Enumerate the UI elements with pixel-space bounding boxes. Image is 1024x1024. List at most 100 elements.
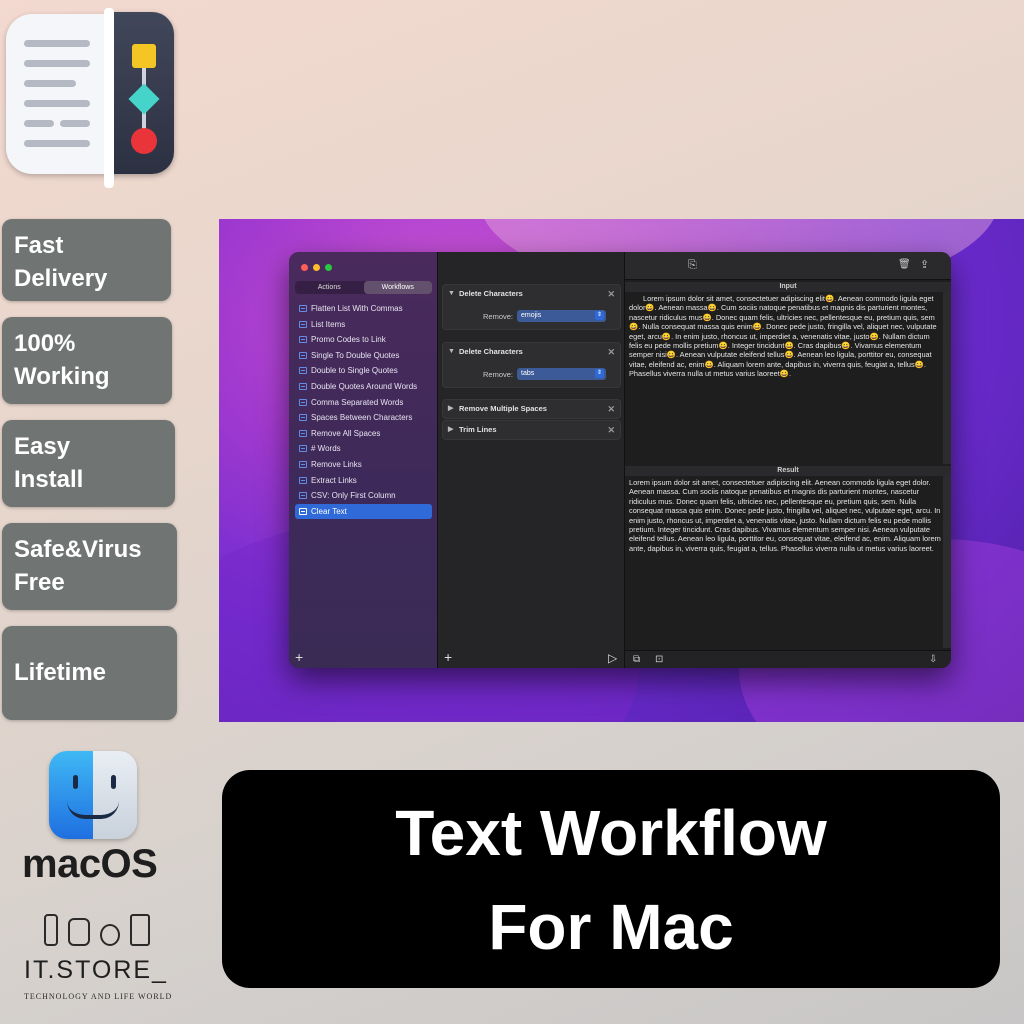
workflow-icon bbox=[299, 367, 307, 375]
remove-action-icon[interactable]: ✕ bbox=[607, 421, 615, 439]
macos-finder-logo bbox=[49, 751, 137, 839]
workflow-label: Double Quotes Around Words bbox=[311, 381, 418, 391]
powerbank-icon bbox=[130, 914, 150, 946]
remove-action-icon[interactable]: ✕ bbox=[607, 343, 615, 361]
action-header[interactable]: ▶ Trim Lines ✕ bbox=[443, 421, 620, 439]
result-bottom-bar: ⧉ ⊡ ⇩ bbox=[625, 650, 951, 668]
app-window: Actions Workflows Flatten List With Comm… bbox=[289, 252, 951, 668]
document-shape bbox=[6, 14, 114, 174]
workflow-item[interactable]: Extract Links bbox=[295, 473, 432, 489]
workflow-label: Flatten List With Commas bbox=[311, 304, 403, 313]
run-workflow-button[interactable]: ▷ bbox=[608, 651, 617, 665]
workflow-icon bbox=[299, 414, 307, 422]
disclosure-open-icon[interactable]: ▼ bbox=[448, 285, 455, 303]
phone-icon bbox=[44, 914, 58, 946]
device-icons bbox=[44, 912, 168, 946]
workflow-item[interactable]: Promo Codes to Link bbox=[295, 332, 432, 348]
zoom-window-button[interactable] bbox=[325, 264, 332, 271]
result-text-area[interactable]: Lorem ipsum dolor sit amet, consectetuer… bbox=[629, 478, 943, 646]
workflow-icon bbox=[299, 492, 307, 500]
disclosure-closed-icon[interactable]: ▶ bbox=[448, 400, 453, 418]
badge-easy-install: Easy Install bbox=[2, 420, 175, 507]
earbuds-icon bbox=[68, 918, 90, 946]
add-workflow-button[interactable]: + bbox=[295, 650, 303, 664]
workflow-label: Single To Double Quotes bbox=[311, 350, 400, 360]
text-panes: Input Lorem ipsum dolor sit amet, consec… bbox=[625, 280, 951, 668]
share-icon[interactable]: ⇪ bbox=[920, 260, 929, 271]
workflow-label: Promo Codes to Link bbox=[311, 335, 386, 345]
workflow-item[interactable]: CSV: Only First Column bbox=[295, 488, 432, 504]
sidebar-segmented-control: Actions Workflows bbox=[295, 281, 432, 294]
workflow-item[interactable]: Comma Separated Words bbox=[295, 395, 432, 411]
workflow-label: # Words bbox=[311, 444, 341, 454]
workflow-item[interactable]: Single To Double Quotes bbox=[295, 348, 432, 364]
workflow-item[interactable]: Double to Single Quotes bbox=[295, 363, 432, 379]
workflow-icon bbox=[299, 382, 307, 390]
trash-icon[interactable]: 🗑 bbox=[898, 260, 911, 270]
workflow-label: List Items bbox=[311, 319, 346, 329]
result-pane-label: Result bbox=[625, 466, 951, 476]
workflow-item[interactable]: Spaces Between Characters bbox=[295, 410, 432, 426]
workflow-item[interactable]: Remove Links bbox=[295, 457, 432, 473]
workflow-icon bbox=[299, 507, 307, 515]
input-scrollbar[interactable] bbox=[943, 292, 951, 464]
disclosure-open-icon[interactable]: ▼ bbox=[448, 343, 455, 361]
input-pane-label: Input bbox=[625, 282, 951, 292]
workflow-icon bbox=[299, 429, 307, 437]
tab-workflows[interactable]: Workflows bbox=[363, 281, 432, 294]
store-tagline: TECHNOLOGY AND LIFE WORLD bbox=[24, 992, 173, 1001]
action-card: ▼ Delete Characters ✕ Remove: tabs ⇕ bbox=[442, 342, 621, 388]
export-icon[interactable]: ⇩ bbox=[929, 655, 937, 665]
remove-select-value: emojis bbox=[521, 312, 542, 319]
action-title: Trim Lines bbox=[459, 425, 497, 434]
remove-select-value: tabs bbox=[521, 370, 535, 377]
disclosure-closed-icon[interactable]: ▶ bbox=[448, 421, 453, 439]
product-title-banner: Text Workflow For Mac bbox=[222, 770, 1000, 988]
app-screenshot: Actions Workflows Flatten List With Comm… bbox=[219, 219, 1024, 722]
remove-select[interactable]: tabs ⇕ bbox=[517, 368, 606, 380]
workflow-item[interactable]: Double Quotes Around Words bbox=[295, 379, 432, 395]
badge-working: 100% Working bbox=[2, 317, 172, 404]
workflow-icon bbox=[299, 445, 307, 453]
workflow-item[interactable]: Flatten List With Commas bbox=[295, 301, 432, 317]
copy-icon[interactable]: ⧉ bbox=[633, 655, 640, 665]
workflow-item[interactable]: Remove All Spaces bbox=[295, 426, 432, 442]
close-window-button[interactable] bbox=[301, 264, 308, 271]
product-title-line1: Text Workflow bbox=[395, 797, 827, 869]
workflow-item[interactable]: # Words bbox=[295, 441, 432, 457]
paste-icon[interactable]: ⊡ bbox=[655, 655, 663, 665]
chevron-updown-icon: ⇕ bbox=[595, 369, 604, 378]
clipboard-icon[interactable]: ⎘ bbox=[688, 260, 697, 271]
action-header[interactable]: ▶ Remove Multiple Spaces ✕ bbox=[443, 400, 620, 418]
remove-action-icon[interactable]: ✕ bbox=[607, 285, 615, 303]
action-title: Delete Characters bbox=[459, 347, 523, 356]
action-title: Remove Multiple Spaces bbox=[459, 404, 547, 413]
macos-label: macOS bbox=[22, 842, 158, 886]
actions-panel: ▼ Delete Characters ✕ Remove: emojis ⇕ ▼… bbox=[438, 252, 625, 668]
store-name: IT.STORE_ bbox=[24, 956, 168, 984]
workflow-icon bbox=[299, 351, 307, 359]
action-header[interactable]: ▼ Delete Characters ✕ bbox=[443, 343, 620, 361]
tab-actions[interactable]: Actions bbox=[295, 281, 364, 294]
workflow-label: Remove All Spaces bbox=[311, 428, 381, 438]
action-card: ▼ Delete Characters ✕ Remove: emojis ⇕ bbox=[442, 284, 621, 330]
result-scrollbar[interactable] bbox=[943, 476, 951, 648]
window-controls bbox=[301, 264, 332, 271]
workflow-icon bbox=[299, 398, 307, 406]
minimize-window-button[interactable] bbox=[313, 264, 320, 271]
input-text-area[interactable]: Lorem ipsum dolor sit amet, consectetuer… bbox=[629, 294, 943, 460]
action-header[interactable]: ▼ Delete Characters ✕ bbox=[443, 285, 620, 303]
workflow-label: Comma Separated Words bbox=[311, 397, 404, 407]
remove-select[interactable]: emojis ⇕ bbox=[517, 310, 606, 322]
remove-action-icon[interactable]: ✕ bbox=[607, 400, 615, 418]
workflow-item-selected[interactable]: Clear Text bbox=[295, 503, 432, 520]
workflow-shape bbox=[112, 12, 174, 174]
workflow-label: Remove Links bbox=[311, 459, 362, 469]
remove-label: Remove: bbox=[483, 312, 514, 321]
workflow-item[interactable]: List Items bbox=[295, 317, 432, 333]
badge-safe-virus-free: Safe&Virus Free bbox=[2, 523, 177, 610]
workflow-label: CSV: Only First Column bbox=[311, 491, 396, 501]
add-action-button[interactable]: + bbox=[444, 650, 452, 664]
sidebar: Actions Workflows Flatten List With Comm… bbox=[289, 252, 438, 668]
workflow-icon bbox=[299, 320, 307, 328]
